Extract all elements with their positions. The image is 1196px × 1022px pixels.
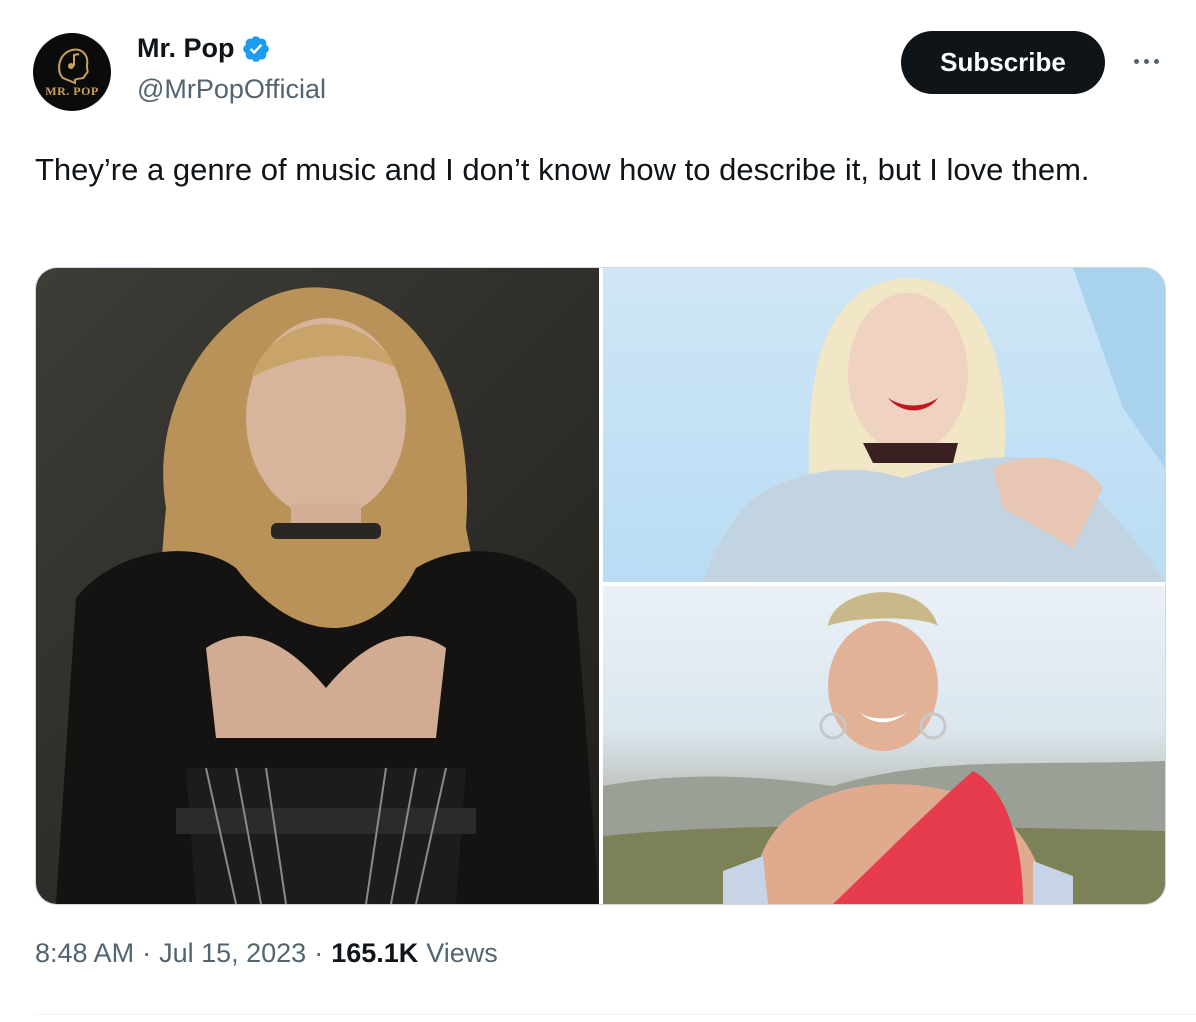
media-grid [35, 267, 1166, 905]
photo-singer-black-dress[interactable] [36, 268, 599, 904]
meta-separator: · [142, 938, 152, 968]
views-count[interactable]: 165.1K [331, 938, 418, 969]
more-options-icon[interactable] [1124, 44, 1168, 78]
photo-illustration [56, 287, 599, 904]
subscribe-button[interactable]: Subscribe [901, 31, 1105, 94]
meta-separator: · [314, 938, 324, 968]
avatar-logo-text: MR. POP [45, 84, 99, 98]
photo-illustration [603, 592, 1165, 904]
tweet-meta: 8:48 AM · Jul 15, 2023 · 165.1K Views [35, 938, 498, 969]
author-name[interactable]: Mr. Pop [137, 33, 235, 64]
views-label[interactable]: Views [426, 938, 498, 969]
music-head-icon [58, 48, 89, 85]
photo-illustration [703, 268, 1165, 582]
author-handle[interactable]: @MrPopOfficial [137, 74, 326, 105]
photo-short-hair-singer-red-top[interactable] [603, 586, 1165, 904]
tweet-text: They’re a genre of music and I don’t kno… [35, 152, 1090, 187]
photo-blonde-singer-red-lips[interactable] [603, 268, 1165, 582]
verified-badge-icon [242, 35, 269, 62]
tweet-date[interactable]: Jul 15, 2023 [159, 938, 306, 969]
divider [35, 1014, 1196, 1015]
author-name-row[interactable]: Mr. Pop [137, 33, 271, 64]
avatar[interactable]: MR. POP [33, 33, 111, 111]
tweet-time[interactable]: 8:48 AM [35, 938, 134, 969]
